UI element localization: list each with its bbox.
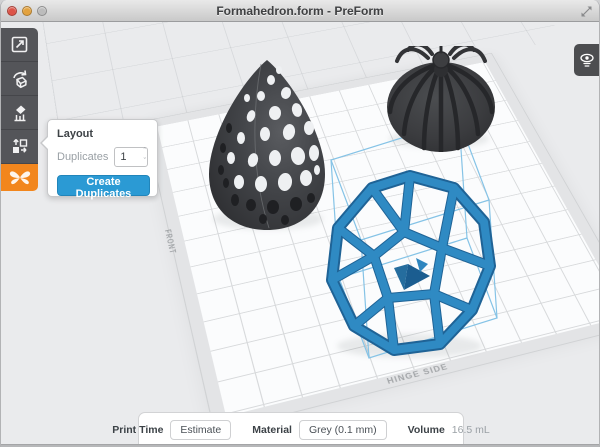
estimate-button[interactable]: Estimate <box>170 420 231 440</box>
scale-icon <box>10 35 29 54</box>
voronoi-egg-model[interactable] <box>201 58 333 232</box>
tool-orientation-button[interactable] <box>1 62 38 96</box>
layout-icon <box>10 137 29 156</box>
tool-sidebar <box>1 28 38 191</box>
popup-title: Layout <box>57 128 148 140</box>
3d-viewport[interactable]: FRONT HINGE SIDE <box>1 22 599 447</box>
preform-window: FRONT HINGE SIDE <box>0 0 600 447</box>
fullscreen-arrows-icon[interactable] <box>580 5 593 18</box>
eye-icon <box>579 52 595 68</box>
volume-label: Volume <box>408 424 445 436</box>
formahedron-sphere-model[interactable] <box>324 168 496 358</box>
duplicates-label: Duplicates <box>57 151 108 163</box>
print-time-label: Print Time <box>112 424 163 436</box>
platform-front-label: FRONT <box>163 229 178 255</box>
duplicates-stepper: ˆ ˇ <box>114 147 148 167</box>
spinner-up-icon[interactable]: ˆ <box>144 148 146 156</box>
tool-layout-button[interactable] <box>1 130 38 164</box>
volume-value: 16.5 mL <box>452 424 490 436</box>
spider-cage-model[interactable] <box>384 46 498 152</box>
tool-supports-button[interactable] <box>1 96 38 130</box>
window-title: Formahedron.form - PreForm <box>1 4 599 18</box>
tool-size-button[interactable] <box>1 28 38 62</box>
tool-one-click-print-button[interactable] <box>1 164 38 191</box>
title-bar: Formahedron.form - PreForm <box>1 0 599 22</box>
butterfly-icon <box>9 169 31 186</box>
layout-popup: Layout Duplicates ˆ ˇ Create Duplicates <box>47 119 158 197</box>
material-button[interactable]: Grey (0.1 mm) <box>299 420 387 440</box>
material-label: Material <box>252 424 292 436</box>
print-status-bar: Print Time Estimate Material Grey (0.1 m… <box>138 412 464 447</box>
rotate-icon <box>10 69 30 89</box>
printer-panel-tab[interactable] <box>574 44 599 76</box>
supports-icon <box>10 103 30 123</box>
spinner-down-icon[interactable]: ˇ <box>144 158 146 166</box>
create-duplicates-button[interactable]: Create Duplicates <box>57 175 150 196</box>
